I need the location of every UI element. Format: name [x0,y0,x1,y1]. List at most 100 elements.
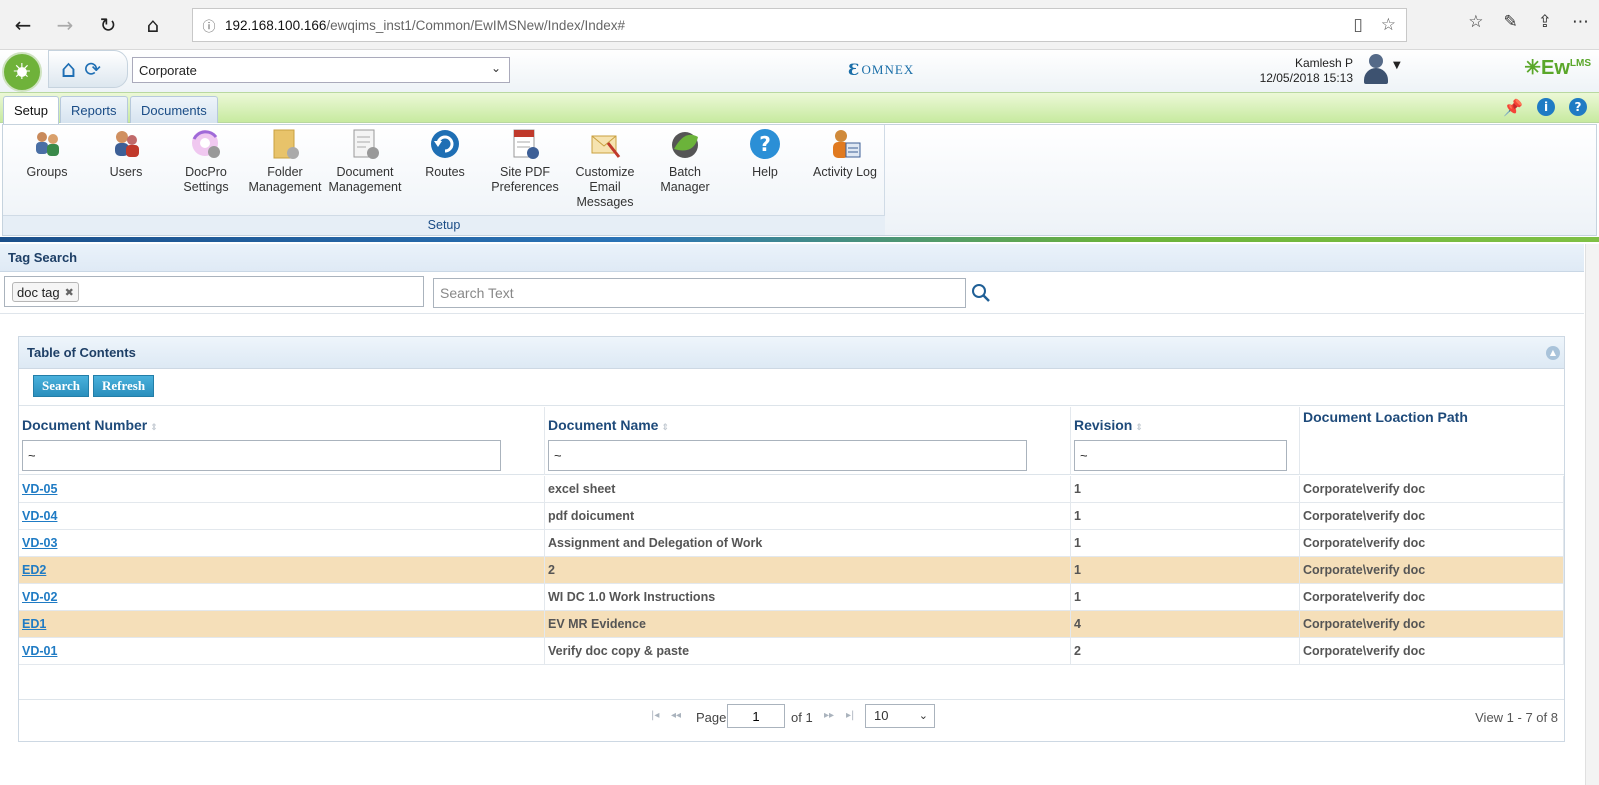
ribbon-groups-button[interactable]: Groups [7,127,87,180]
activity-log-icon [828,127,862,161]
ribbon-routes-button[interactable]: Routes [405,127,485,180]
share-icon[interactable]: ⇪ [1538,12,1552,32]
back-icon[interactable]: ← [8,10,38,40]
ribbon-email-messages-button[interactable]: Customize Email Messages [565,127,645,210]
grid-header: Document Number⇕ Document Name⇕ Revision… [19,407,1564,475]
forward-icon[interactable]: → [50,10,80,40]
sort-icon[interactable]: ⇕ [661,423,669,433]
sort-icon[interactable]: ⇕ [1135,423,1143,433]
document-link[interactable]: VD-03 [22,536,57,550]
next-page-icon[interactable]: ▸▸ [824,710,834,721]
first-page-icon[interactable]: |◂ [651,710,659,721]
cell-name: WI DC 1.0 Work Instructions [545,584,1071,611]
document-link[interactable]: VD-05 [22,482,57,496]
collapse-icon[interactable]: ▲ [1546,346,1560,360]
avatar[interactable] [1360,52,1392,86]
folder-management-icon [268,127,302,161]
prev-page-icon[interactable]: ◂◂ [671,710,681,721]
table-row[interactable]: ED1 EV MR Evidence 4 Corporate\verify doc [19,611,1564,638]
table-row[interactable]: VD-05 excel sheet 1 Corporate\verify doc [19,476,1564,503]
brand-text: Ew [1540,57,1570,79]
favorites-list-icon[interactable]: ☆ [1468,12,1483,32]
page-size-select[interactable]: 10 ⌄ [865,704,935,728]
email-messages-icon [588,127,622,161]
search-text-input[interactable] [433,278,966,308]
ribbon-batch-manager-button[interactable]: Batch Manager [645,127,725,195]
ribbon-docpro-settings-button[interactable]: DocPro Settings [166,127,246,195]
reading-view-icon[interactable]: ▯ [1353,15,1362,35]
address-bar[interactable]: ⓘ 192.168.100.166/ewqims_inst1/Common/Ew… [192,8,1407,42]
tag-chip: doc tag ✖ [12,282,79,302]
user-menu-caret-icon[interactable]: ▼ [1393,60,1401,71]
page-size-value: 10 [874,708,889,723]
ribbon-document-management-button[interactable]: Document Management [325,127,405,195]
page-scrollbar[interactable] [1585,244,1599,785]
site-select[interactable]: Corporate ⌄ [132,57,510,83]
ribbon-label: Activity Log [813,165,877,179]
toc-toolbar: Search Refresh [19,370,1564,406]
filter-document-name[interactable] [548,440,1027,471]
table-row[interactable]: VD-03 Assignment and Delegation of Work 1 C… [19,530,1564,557]
last-page-icon[interactable]: ▸| [846,710,854,721]
document-link[interactable]: VD-01 [22,644,57,658]
column-document-number[interactable]: Document Number ⇕ [19,407,545,475]
filter-revision[interactable] [1074,440,1287,471]
favorite-star-icon[interactable]: ☆ [1381,15,1396,35]
search-icon[interactable] [970,282,992,304]
ribbon-activity-log-button[interactable]: Activity Log [805,127,885,180]
document-link[interactable]: ED1 [22,617,46,631]
info-icon[interactable]: ⓘ [193,16,225,35]
document-link[interactable]: VD-02 [22,590,57,604]
page-number-input[interactable] [727,704,785,728]
tag-input[interactable]: doc tag ✖ [4,276,424,307]
tab-setup[interactable]: Setup [3,96,59,124]
cell-path: Corporate\verify doc [1300,503,1564,530]
tag-chip-label: doc tag [17,284,60,300]
tab-documents[interactable]: Documents [130,96,218,123]
cell-revision: 1 [1071,503,1300,530]
ribbon-help-button[interactable]: ? Help [725,127,805,180]
refresh-icon[interactable]: ⟳ [84,57,101,81]
pager: |◂ ◂◂ Page of 1 ▸▸ ▸| 10 ⌄ View 1 - 7 of… [19,699,1564,735]
ribbon-group-label: Setup [3,215,885,235]
cell-name: pdf doicument [545,503,1071,530]
table-row[interactable]: VD-01 Verify doc copy & paste 2 Corporate\v… [19,638,1564,665]
search-button[interactable]: Search [33,375,90,397]
ribbon-label: Users [109,165,143,179]
routes-icon [428,127,462,161]
pin-icon[interactable]: 📌 [1503,98,1523,117]
divider [0,313,1584,314]
table-row[interactable]: VD-04 pdf doicument 1 Corporate\verify doc [19,503,1564,530]
filter-document-number[interactable] [22,440,501,471]
cell-number: VD-04 [19,503,545,530]
more-icon[interactable]: ⋯ [1572,12,1589,32]
help-question-icon[interactable]: ? [1569,98,1587,116]
table-of-contents-panel: Table of Contents ▲ Search Refresh Docum… [18,336,1565,742]
home-button-icon[interactable]: ⌂ [61,55,76,83]
docpro-settings-icon [189,127,223,161]
cell-path: Corporate\verify doc [1300,557,1564,584]
column-document-name[interactable]: Document Name ⇕ [545,407,1071,475]
refresh-button[interactable]: Refresh [93,375,155,397]
cell-number: VD-05 [19,476,545,503]
ribbon-users-button[interactable]: Users [86,127,166,180]
pen-icon[interactable]: ✎ [1504,12,1518,32]
ribbon-pdf-preferences-button[interactable]: Site PDF Preferences [485,127,565,195]
info-icon[interactable]: i [1537,98,1555,116]
cell-revision: 2 [1071,638,1300,665]
ribbon-label: Folder Management [248,165,322,194]
document-link[interactable]: VD-04 [22,509,57,523]
tab-reports[interactable]: Reports [60,96,128,123]
sort-icon[interactable]: ⇕ [150,423,158,433]
reload-icon[interactable]: ↻ [93,10,123,40]
app-logo-icon[interactable]: ✳ [2,52,42,92]
table-row[interactable]: ED2 2 1 Corporate\verify doc [19,557,1564,584]
ribbon-label: DocPro Settings [183,165,229,194]
document-link[interactable]: ED2 [22,563,46,577]
ribbon-folder-management-button[interactable]: Folder Management [245,127,325,195]
cell-revision: 1 [1071,584,1300,611]
column-revision[interactable]: Revision ⇕ [1071,407,1300,475]
home-icon[interactable]: ⌂ [138,10,168,40]
table-row[interactable]: VD-02 WI DC 1.0 Work Instructions 1 Corpora… [19,584,1564,611]
remove-tag-icon[interactable]: ✖ [65,286,74,299]
